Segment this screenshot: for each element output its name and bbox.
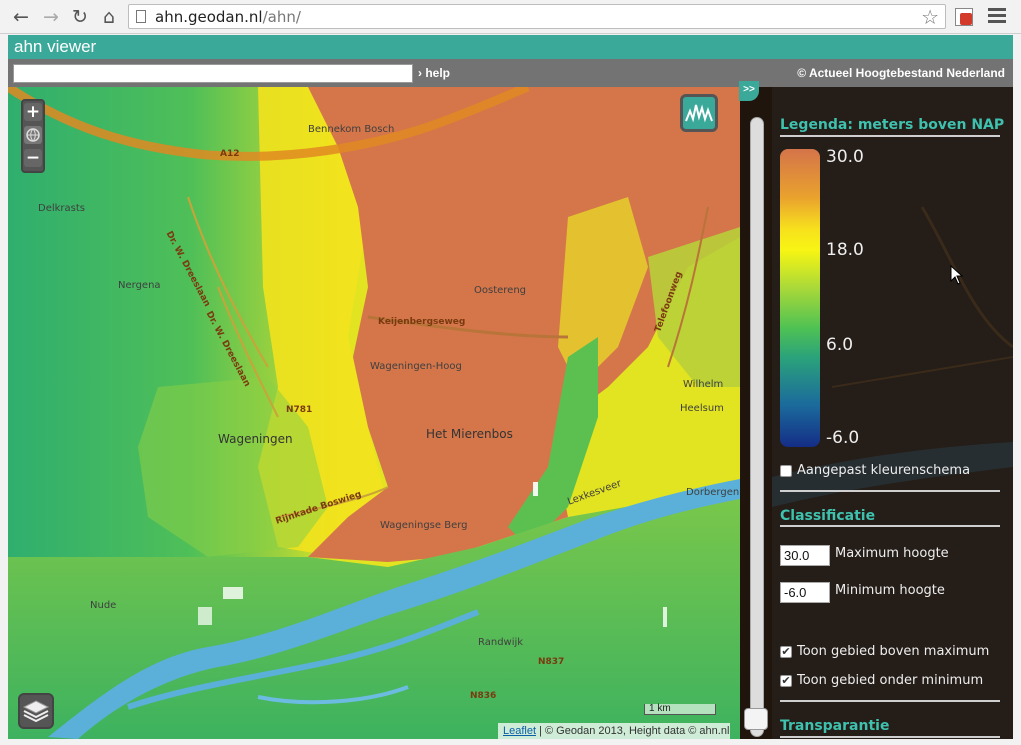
layers-button[interactable]: [18, 693, 54, 729]
classification-title: Classificatie: [780, 508, 876, 524]
map-attribution: Leaflet | © Geodan 2013, Height data © a…: [498, 723, 730, 739]
slider-handle[interactable]: [744, 708, 768, 730]
divider-rule: [780, 490, 1000, 492]
scale-bar: 1 km: [644, 704, 716, 715]
legend-title: Legenda: meters boven NAP: [780, 117, 1005, 133]
legend-tick-min: -6.0: [826, 428, 860, 448]
menu-icon[interactable]: [988, 8, 1006, 24]
map-label-oostereng: Oostereng: [474, 285, 527, 296]
map-label-wilhelm: Wilhelm: [683, 379, 724, 390]
page-icon: [136, 10, 146, 23]
zoom-in-button[interactable]: +: [24, 103, 42, 121]
map-label-n836: N836: [470, 691, 497, 701]
url-text: ahn.geodan.nl/ahn/: [155, 8, 301, 26]
url-path: /ahn/: [262, 8, 301, 26]
back-icon[interactable]: ←: [10, 6, 32, 28]
profile-icon: [685, 104, 713, 123]
map-label-dorbergen: Dorbergen: [686, 487, 740, 498]
attribution-text: | © Geodan 2013, Height data © ahn.nl: [536, 725, 730, 737]
map-label-wageningen: Wageningen: [218, 432, 293, 446]
map-label-bosch: Bennekom Bosch: [308, 124, 395, 135]
legend-color-ramp: [780, 149, 820, 447]
show-below-label: Toon gebied onder minimum: [797, 673, 984, 688]
classification-rule: [780, 525, 1000, 527]
map-label-nude: Nude: [90, 600, 117, 611]
help-link[interactable]: › help: [418, 66, 450, 80]
app-title: ahn viewer: [14, 37, 97, 56]
show-above-checkbox[interactable]: ✔: [780, 646, 792, 658]
search-bar: › help © Actueel Hoogtebestand Nederland: [8, 59, 1013, 87]
transparency-slider-column: >>: [739, 81, 772, 739]
slider-track[interactable]: [750, 117, 764, 737]
map-label-wageningen-hoog: Wageningen-Hoog: [370, 361, 462, 372]
zoom-control: + −: [21, 99, 45, 173]
elevation-map: [8, 87, 740, 739]
help-label: help: [425, 66, 451, 80]
map-label-keijenbergseweg: Keijenbergseweg: [378, 317, 466, 327]
search-input[interactable]: [13, 64, 413, 83]
map-label-n837: N837: [538, 657, 565, 667]
map-canvas[interactable]: Bennekom Bosch A12 Delkrasts Nergena Oos…: [8, 87, 740, 739]
reload-icon[interactable]: ↻: [69, 6, 91, 28]
zoom-out-button[interactable]: −: [24, 149, 42, 167]
transparency-rule: [780, 736, 1000, 738]
map-label-delkrasts: Delkrasts: [38, 203, 86, 214]
copyright-text: © Actueel Hoogtebestand Nederland: [797, 66, 1005, 80]
layers-icon: [22, 700, 50, 723]
divider-rule-2: [780, 700, 1000, 702]
map-label-heelsum: Heelsum: [680, 403, 724, 414]
globe-icon[interactable]: [24, 126, 42, 144]
app-header: ahn viewer: [8, 35, 1013, 59]
legend-rule: [780, 135, 1000, 137]
custom-scheme-label: Aangepast kleurenschema: [797, 463, 971, 478]
browser-toolbar: ← → ↻ ⌂ ahn.geodan.nl/ahn/ ☆: [0, 0, 1021, 34]
side-panel: Legenda: meters boven NAP 30.0 18.0 6.0 …: [772, 87, 1013, 739]
custom-scheme-checkbox[interactable]: [780, 465, 792, 477]
map-label-randwijk: Randwijk: [478, 637, 524, 648]
map-label-n781: N781: [286, 405, 313, 415]
legend-tick-6: 6.0: [826, 335, 854, 355]
transparency-title: Transparantie: [780, 718, 890, 734]
home-icon[interactable]: ⌂: [98, 6, 120, 28]
max-height-label: Maximum hoogte: [835, 546, 949, 561]
url-host: ahn.geodan.nl: [155, 8, 263, 26]
mouse-cursor-icon: [950, 265, 964, 285]
map-label-a12: A12: [220, 149, 240, 159]
min-height-input[interactable]: -6.0: [780, 582, 830, 603]
legend-tick-max: 30.0: [826, 147, 864, 167]
legend-tick-18: 18.0: [826, 240, 864, 260]
map-label-wageningse-berg: Wageningse Berg: [380, 520, 468, 531]
leaflet-link[interactable]: Leaflet: [503, 725, 536, 737]
show-above-label: Toon gebied boven maximum: [797, 644, 990, 659]
min-height-label: Minimum hoogte: [835, 583, 945, 598]
show-below-checkbox[interactable]: ✔: [780, 675, 792, 687]
address-bar[interactable]: ahn.geodan.nl/ahn/ ☆: [128, 4, 946, 29]
map-label-het-mierenbos: Het Mierenbos: [426, 427, 513, 441]
elevation-profile-button[interactable]: [680, 94, 718, 132]
forward-icon[interactable]: →: [40, 6, 62, 28]
map-label-nergena: Nergena: [118, 280, 161, 291]
bookmark-star-icon[interactable]: ☆: [921, 5, 939, 29]
max-height-input[interactable]: 30.0: [780, 545, 830, 566]
extension-icon[interactable]: [955, 8, 973, 26]
panel-toggle-button[interactable]: >>: [739, 81, 759, 101]
